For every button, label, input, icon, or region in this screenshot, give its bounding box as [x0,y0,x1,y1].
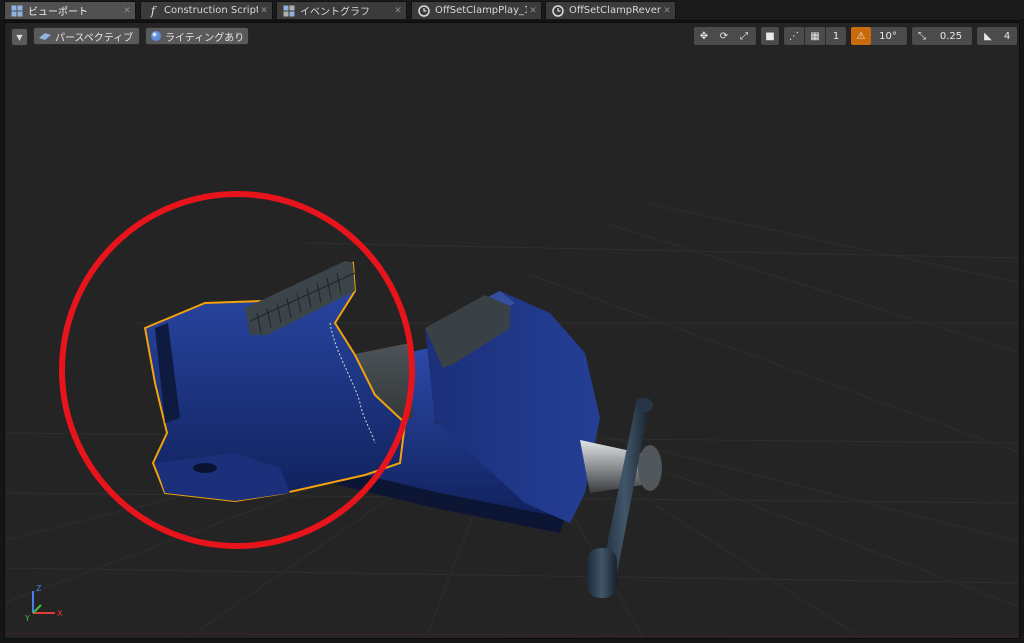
x-axis-label: X [57,609,63,618]
grid-icon[interactable]: ▦ [805,27,825,45]
surface-snap-icon[interactable]: ⋰ [784,27,804,45]
angle-snap-icon[interactable]: ⚠ [851,27,871,45]
y-axis-label: Y [25,614,30,621]
grid-size-value[interactable]: 1 [826,27,846,45]
clock-icon [418,4,430,17]
translate-icon[interactable]: ✥ [694,27,714,45]
axis-indicator: X Z Y [25,585,63,621]
lit-sphere-icon [150,30,162,42]
handle-knob-bottom [587,548,617,598]
rotate-icon[interactable]: ⟳ [714,27,734,45]
perspective-label: パースペクティブ [55,32,134,44]
graph-icon [283,5,295,17]
chevron-down-icon: ▼ [16,32,23,42]
world-local-toggle[interactable]: ■ [760,26,780,46]
z-axis-label: Z [36,585,42,593]
scale-snap-icon[interactable]: ⤡ [912,27,932,45]
camera-speed-value[interactable]: 4 [999,27,1015,45]
camera-speed-icon[interactable]: ◣ [977,27,999,45]
viewport[interactable]: ▼ パースペクティブ ライティングあり ✥ ⟳ ⤢ ■ ⋰ ▦ 1 ⚠ 10° … [4,22,1020,639]
tab-event-graph[interactable]: イベントグラフ ✕ [276,1,407,19]
viewport-icon [11,5,23,17]
tab-offset-clamp-reverse[interactable]: OffSetClampReverse ✕ [545,1,676,19]
lighting-mode-button[interactable]: ライティングあり [145,27,249,45]
tab-label: OffSetClampPlay_1 [435,5,527,16]
bolt-hole [193,463,217,473]
scale-icon[interactable]: ⤢ [734,27,754,45]
handle-knob-top [635,398,653,412]
close-icon[interactable]: ✕ [661,6,673,16]
tab-label: OffSetClampReverse [569,5,661,16]
close-icon[interactable]: ✕ [258,6,270,16]
y-axis-icon [32,604,42,614]
scale-snap-group: ⤡ 0.25 [911,26,973,46]
perspective-button[interactable]: パースペクティブ [33,27,140,45]
tab-viewport[interactable]: ビューポート ✕ [4,1,136,19]
tab-label: ビューポート [28,7,88,18]
x-axis-line [5,632,1019,638]
clock-icon [552,4,564,17]
lighting-label: ライティングあり [165,32,245,44]
close-icon[interactable]: ✕ [527,6,539,16]
tab-offset-clamp-play[interactable]: OffSetClampPlay_1 ✕ [411,1,542,19]
function-icon: f [150,3,156,18]
camera-speed-group: ◣ 4 [976,26,1018,46]
close-icon[interactable]: ✕ [121,6,133,16]
scene-canvas[interactable] [5,23,1020,639]
transform-tools-group: ✥ ⟳ ⤢ [693,26,757,46]
tab-label: Construction Script [164,5,258,16]
grid-snap-group: ⋰ ▦ 1 [783,26,847,46]
screw-end [638,445,662,491]
cube-icon: ■ [765,30,775,42]
tab-construction-script[interactable]: f Construction Script ✕ [140,1,273,19]
viewport-options-button[interactable]: ▼ [11,28,28,46]
perspective-cube-icon [38,31,52,41]
rotation-snap-value[interactable]: 10° [871,27,905,45]
tab-bar: ビューポート ✕ f Construction Script ✕ イベントグラフ… [0,0,1024,21]
close-icon[interactable]: ✕ [392,6,404,16]
tab-label: イベントグラフ [300,7,370,18]
scale-snap-value[interactable]: 0.25 [932,27,970,45]
rotation-snap-group: ⚠ 10° [850,26,908,46]
